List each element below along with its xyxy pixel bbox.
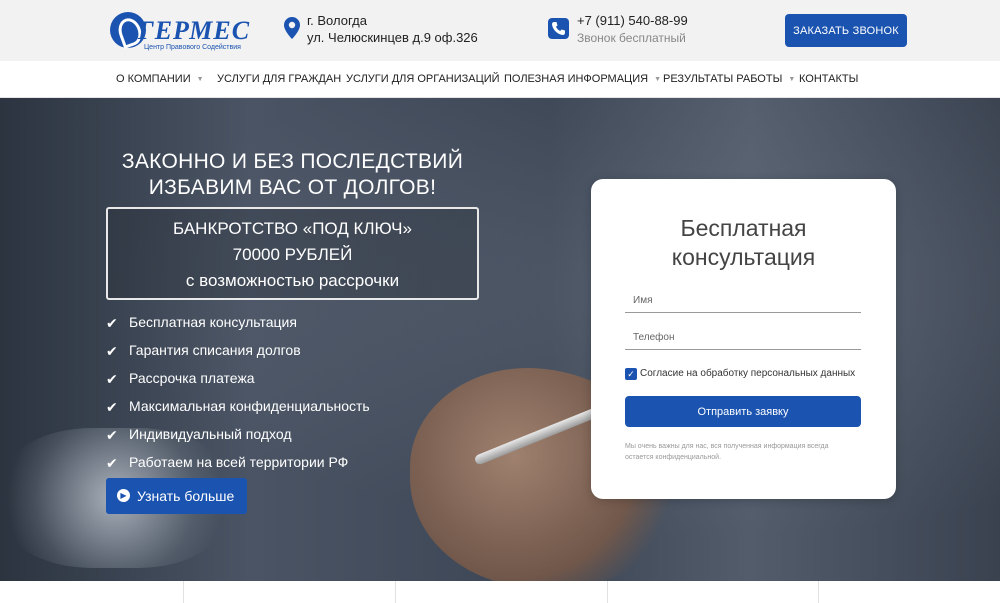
nav-item-about[interactable]: О КОМПАНИИ ▼ <box>116 73 204 85</box>
top-header: ГЕРМЕС Центр Правового Содействия г. Вол… <box>0 0 1000 61</box>
chevron-down-icon: ▼ <box>654 75 661 83</box>
feature-text: Рассрочка платежа <box>129 370 255 386</box>
learn-more-button[interactable]: ▶ Узнать больше <box>106 478 247 514</box>
hero-section: ЗАКОННО И БЕЗ ПОСЛЕДСТВИЙ ИЗБАВИМ ВАС ОТ… <box>0 98 1000 581</box>
feature-text: Индивидуальный подход <box>129 426 292 442</box>
submit-button[interactable]: Отправить заявку <box>625 396 861 427</box>
form-title-line2: консультация <box>671 244 816 270</box>
offer-price: 70000 РУБЛЕЙ <box>232 245 353 264</box>
feature-text: Гарантия списания долгов <box>129 342 301 358</box>
feature-text: Бесплатная консультация <box>129 314 297 330</box>
privacy-note-line2: остается конфиденциальной. <box>625 454 722 461</box>
check-icon: ✔ <box>106 343 118 359</box>
offer-box: БАНКРОТСТВО «ПОД КЛЮЧ» 70000 РУБЛЕЙ с во… <box>106 207 479 300</box>
brand-name: ГЕРМЕС <box>138 16 251 45</box>
feature-text: Максимальная конфиденциальность <box>129 398 370 414</box>
consultation-form: Бесплатная консультация ✓ Согласие на об… <box>591 179 896 499</box>
name-field[interactable] <box>625 289 861 313</box>
divider <box>607 581 608 603</box>
brand-subtitle: Центр Правового Содействия <box>144 44 241 51</box>
nav-item-label: УСЛУГИ ДЛЯ ОРГАНИЗАЦИЙ <box>346 73 500 85</box>
chevron-down-icon: ▼ <box>196 75 204 83</box>
divider <box>183 581 184 603</box>
check-icon: ✔ <box>106 371 118 387</box>
nav-item-label: КОНТАКТЫ <box>799 73 859 85</box>
hero-headline-line1: ЗАКОННО И БЕЗ ПОСЛЕДСТВИЙ <box>121 150 464 173</box>
play-circle-icon: ▶ <box>117 489 130 502</box>
form-title-line1: Бесплатная <box>680 215 807 241</box>
brand-logo[interactable]: ГЕРМЕС Центр Правового Содействия <box>110 10 249 52</box>
check-icon: ✔ <box>106 399 118 415</box>
chevron-down-icon: ▼ <box>788 75 796 83</box>
divider <box>818 581 819 603</box>
offer-title: БАНКРОТСТВО «ПОД КЛЮЧ» <box>173 219 412 238</box>
nav-item-useful-info[interactable]: ПОЛЕЗНАЯ ИНФОРМАЦИЯ ▼ <box>504 73 661 85</box>
nav-item-organizations[interactable]: УСЛУГИ ДЛЯ ОРГАНИЗАЦИЙ <box>346 73 500 85</box>
hero-headline-line2: ИЗБАВИМ ВАС ОТ ДОЛГОВ! <box>148 176 437 199</box>
check-icon: ✔ <box>106 315 118 331</box>
nav-item-label: РЕЗУЛЬТАТЫ РАБОТЫ <box>663 73 783 85</box>
check-icon: ✔ <box>106 427 118 443</box>
divider <box>395 581 396 603</box>
address-street: ул. Челюскинцев д.9 оф.326 <box>307 30 478 45</box>
offer-installment: с возможностью рассрочки <box>185 271 400 290</box>
phone-number[interactable]: +7 (911) 540-88-99 <box>577 13 688 28</box>
address-city: г. Вологда <box>307 13 367 28</box>
nav-item-results[interactable]: РЕЗУЛЬТАТЫ РАБОТЫ ▼ <box>663 73 795 85</box>
nav-item-label: ПОЛЕЗНАЯ ИНФОРМАЦИЯ <box>504 73 649 85</box>
bottom-strip <box>0 581 1000 603</box>
privacy-note-line1: Мы очень важны для нас, вся полученная и… <box>625 443 829 450</box>
feature-text: Работаем на всей территории РФ <box>129 454 349 470</box>
consent-label[interactable]: Согласие на обработку персональных данны… <box>640 368 855 379</box>
main-nav: О КОМПАНИИ ▼ УСЛУГИ ДЛЯ ГРАЖДАН УСЛУГИ ДЛ… <box>0 61 1000 98</box>
learn-more-label: Узнать больше <box>137 488 235 504</box>
map-pin-icon <box>284 17 300 39</box>
phone-icon <box>548 18 569 39</box>
phone-note: Звонок бесплатный <box>577 31 686 45</box>
order-call-button[interactable]: ЗАКАЗАТЬ ЗВОНОК <box>785 14 907 47</box>
consent-checkbox[interactable]: ✓ <box>625 368 637 380</box>
check-icon: ✔ <box>106 455 118 471</box>
phone-field[interactable] <box>625 326 861 350</box>
nav-item-label: О КОМПАНИИ <box>116 73 191 85</box>
nav-item-contacts[interactable]: КОНТАКТЫ <box>799 73 858 85</box>
nav-item-citizens[interactable]: УСЛУГИ ДЛЯ ГРАЖДАН <box>217 73 341 85</box>
nav-item-label: УСЛУГИ ДЛЯ ГРАЖДАН <box>217 73 342 85</box>
